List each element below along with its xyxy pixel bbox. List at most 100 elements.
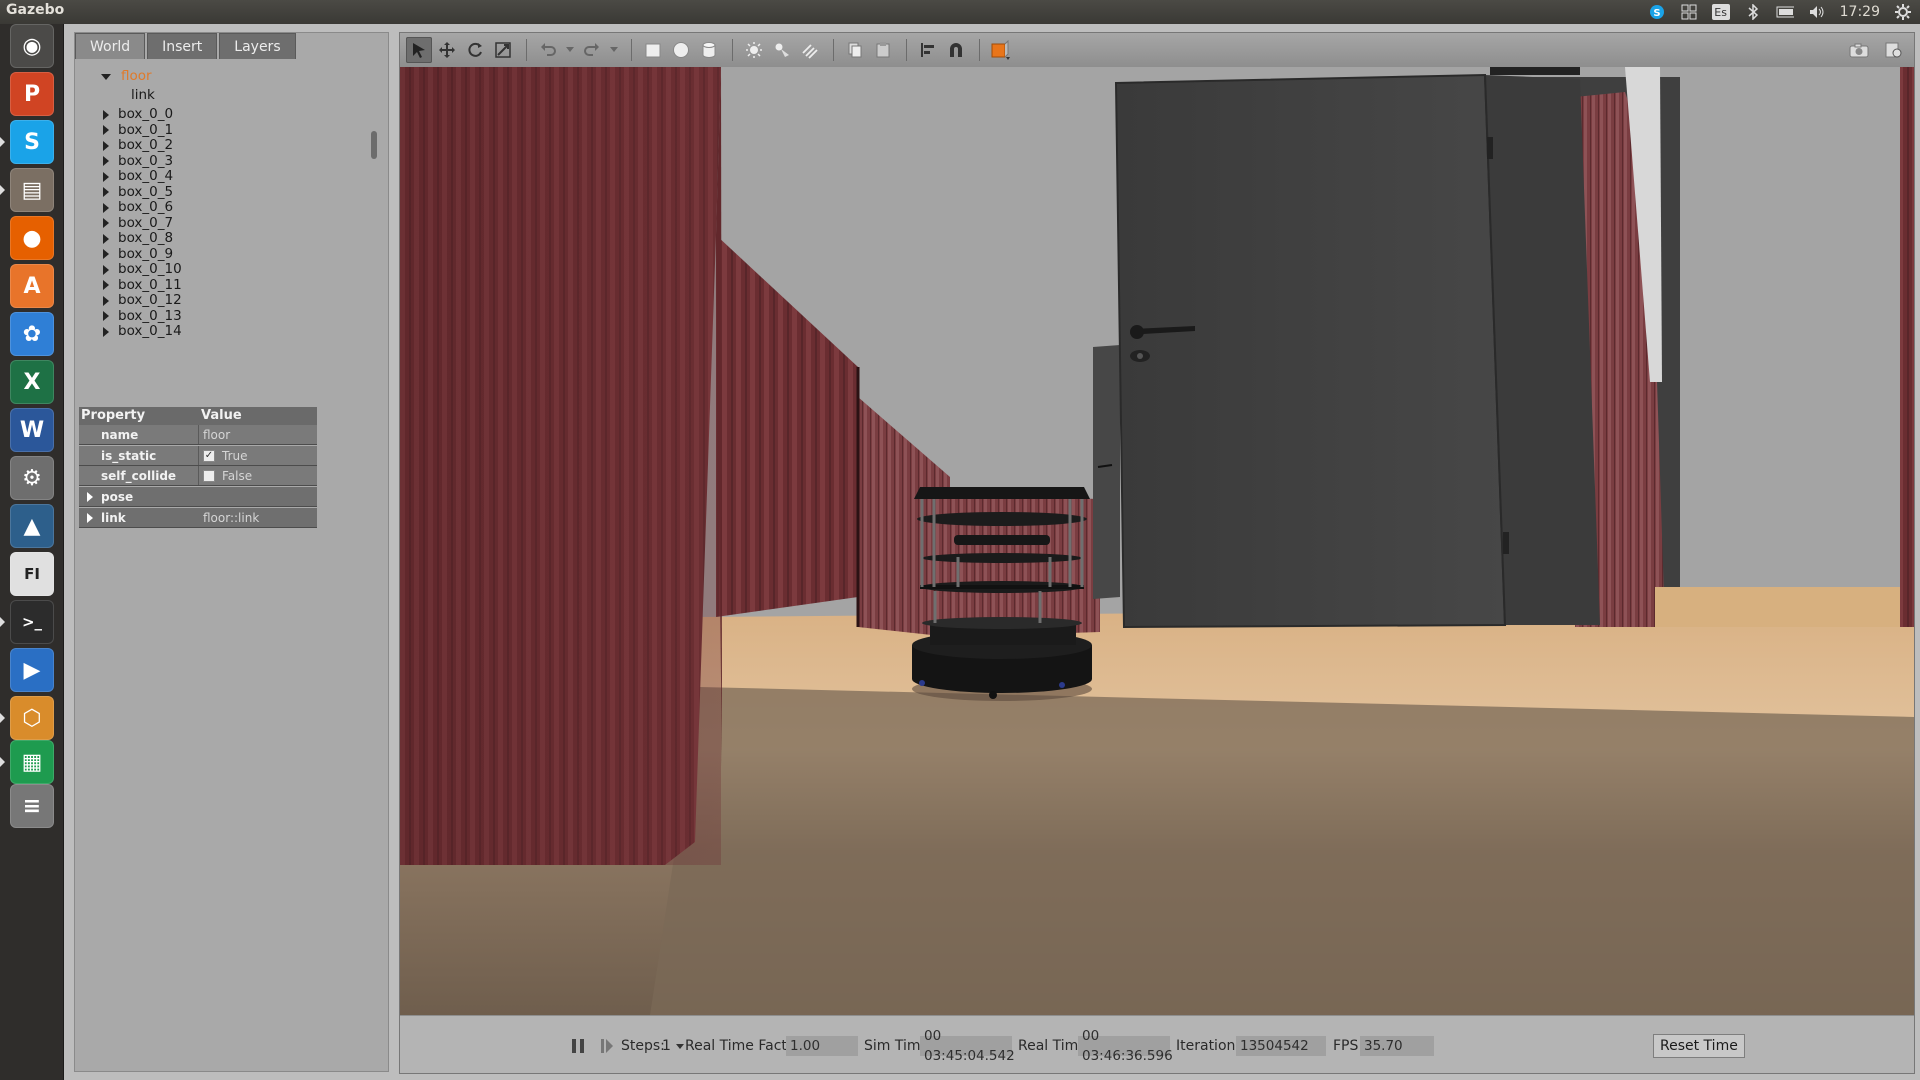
tab-world[interactable]: World [75, 33, 146, 59]
property-value[interactable]: False [199, 466, 317, 485]
toolbar-separator [833, 39, 834, 61]
cylinder-shape-icon[interactable] [696, 37, 722, 63]
property-row-self-collide[interactable]: self_collide False [79, 466, 317, 486]
expand-arrow-icon[interactable] [103, 249, 109, 259]
tree-scrollbar[interactable] [371, 131, 377, 159]
launcher-ubuntu-home[interactable]: ◉ [10, 24, 54, 68]
launcher-spreadsheet[interactable]: ▦ [10, 740, 54, 784]
record-log-icon[interactable] [1880, 37, 1906, 63]
launcher-file-manager[interactable]: ▤ [10, 168, 54, 212]
rotate-mode-icon[interactable] [462, 37, 488, 63]
keyboard-layout-indicator[interactable]: Es [1711, 4, 1730, 20]
undo-icon[interactable] [535, 37, 561, 63]
skype-tray-icon[interactable]: S [1648, 4, 1666, 20]
expand-arrow-icon[interactable] [103, 280, 109, 290]
pause-button[interactable] [571, 1036, 585, 1056]
launcher-excel[interactable]: X [10, 360, 54, 404]
clock[interactable]: 17:29 [1840, 4, 1880, 20]
property-row-is-static[interactable]: is_static ✓ True [79, 446, 317, 466]
property-table: Property Value name floor is_static ✓ Tr… [79, 407, 317, 528]
launcher-terminal[interactable]: >_ [10, 600, 54, 644]
launcher-system-settings[interactable]: ⚙ [10, 456, 54, 500]
step-button[interactable] [600, 1036, 614, 1056]
property-group-link[interactable]: link floor::link [79, 508, 317, 528]
steps-spinbox[interactable]: 1 [662, 1036, 685, 1056]
is-static-checkbox[interactable]: ✓ [203, 449, 215, 462]
expand-arrow-icon[interactable] [103, 295, 109, 306]
expand-arrow-icon[interactable] [103, 233, 109, 244]
paste-icon[interactable] [870, 37, 896, 63]
select-mode-icon[interactable] [406, 37, 432, 63]
undo-dropdown-icon[interactable] [563, 37, 577, 63]
property-value[interactable]: floor [199, 425, 317, 444]
launcher-matlab[interactable]: ▲ [10, 504, 54, 548]
battery-icon[interactable] [1776, 4, 1794, 20]
steps-value: 1 [662, 1038, 671, 1054]
point-light-icon[interactable] [741, 37, 767, 63]
sphere-shape-icon[interactable] [668, 37, 694, 63]
expand-arrow-icon[interactable] [101, 73, 111, 80]
copy-icon[interactable] [842, 37, 868, 63]
screenshot-camera-icon[interactable] [1846, 37, 1872, 63]
expand-arrow-icon[interactable] [87, 491, 93, 502]
volume-icon[interactable] [1808, 4, 1826, 20]
tab-layers[interactable]: Layers [219, 33, 296, 59]
value-column-header: Value [201, 408, 242, 423]
redo-dropdown-icon[interactable] [607, 37, 621, 63]
expand-arrow-icon[interactable] [103, 171, 109, 182]
spot-light-icon[interactable] [769, 37, 795, 63]
expand-arrow-icon[interactable] [103, 264, 109, 275]
redo-icon[interactable] [579, 37, 605, 63]
floor-shadow [650, 687, 1914, 1015]
align-icon[interactable] [915, 37, 941, 63]
bluetooth-icon[interactable] [1744, 4, 1762, 20]
launcher-trash[interactable]: ≡ [10, 784, 54, 828]
toolbar-separator [906, 39, 907, 61]
expand-arrow-icon[interactable] [103, 202, 109, 213]
tree-item-floor[interactable]: floor [101, 67, 152, 86]
3d-viewport[interactable] [400, 67, 1914, 1015]
launcher-word[interactable]: W [10, 408, 54, 452]
launcher-crossover[interactable]: ✿ [10, 312, 54, 356]
expand-arrow-icon[interactable] [103, 156, 109, 166]
expand-arrow-icon[interactable] [103, 218, 109, 228]
fps-label: FPS: [1333, 1038, 1364, 1054]
self-collide-checkbox[interactable] [203, 469, 215, 482]
translate-mode-icon[interactable] [434, 37, 460, 63]
tree-item-link[interactable]: link [131, 86, 155, 105]
expand-arrow-icon[interactable] [87, 512, 93, 523]
property-key: self_collide [79, 466, 199, 485]
expand-arrow-icon[interactable] [103, 187, 109, 197]
expand-arrow-icon[interactable] [103, 140, 109, 151]
matlab-icon: ▲ [23, 513, 41, 539]
snap-magnet-icon[interactable] [943, 37, 969, 63]
expand-arrow-icon[interactable] [103, 326, 109, 337]
reset-time-button[interactable]: Reset Time [1653, 1034, 1745, 1058]
property-group-pose[interactable]: pose [79, 487, 317, 507]
launcher-media-player[interactable]: ▶ [10, 648, 54, 692]
skype-icon: S [24, 129, 40, 155]
launcher-software-center[interactable]: A [10, 264, 54, 308]
workspace-switcher-icon[interactable] [1680, 4, 1698, 20]
tree-item-model[interactable]: box_0_14 [103, 322, 182, 341]
scale-mode-icon[interactable] [490, 37, 516, 63]
terminal-icon: >_ [21, 613, 43, 631]
settings-gear-icon[interactable] [1894, 4, 1912, 20]
directional-light-icon[interactable] [797, 37, 823, 63]
door-hinge [1487, 137, 1493, 159]
tab-insert[interactable]: Insert [147, 33, 218, 59]
view-angle-icon[interactable] [988, 37, 1014, 63]
launcher-skype[interactable]: S [10, 120, 54, 164]
expand-arrow-icon[interactable] [103, 109, 109, 120]
word-icon: W [19, 417, 45, 443]
property-row-name[interactable]: name floor [79, 425, 317, 445]
launcher-document-editor[interactable]: FI [10, 552, 54, 596]
launcher-powerpoint[interactable]: P [10, 72, 54, 116]
expand-arrow-icon[interactable] [103, 125, 109, 135]
expand-arrow-icon[interactable] [103, 311, 109, 321]
box-shape-icon[interactable] [640, 37, 666, 63]
property-value[interactable]: ✓ True [199, 446, 317, 465]
launcher-virtualbox[interactable]: ⬡ [10, 696, 54, 740]
checkbox-label: False [222, 468, 253, 483]
launcher-firefox[interactable]: ● [10, 216, 54, 260]
